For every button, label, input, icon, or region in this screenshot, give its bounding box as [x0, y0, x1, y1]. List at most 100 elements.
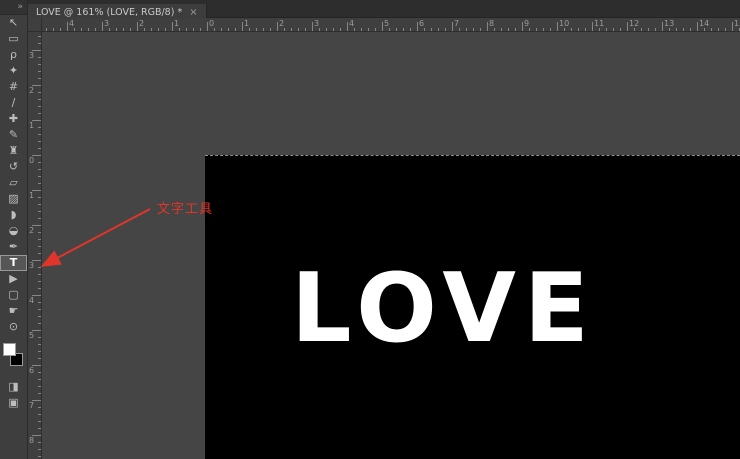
ruler-label: 3 — [104, 19, 109, 28]
tab-close-icon[interactable]: × — [189, 7, 197, 18]
ruler-tick — [522, 22, 523, 31]
ruler-label: 1 — [29, 191, 34, 200]
ruler-label: 3 — [29, 261, 34, 270]
ruler-label: 15 — [734, 19, 740, 28]
ruler-tick — [38, 36, 41, 37]
ruler-tick — [564, 28, 565, 31]
brush-tool[interactable]: ✎ — [0, 127, 27, 143]
ruler-label: 0 — [209, 19, 214, 28]
ruler-label: 14 — [699, 19, 709, 28]
ruler-tick — [38, 127, 41, 128]
ruler-tick — [410, 28, 411, 31]
ruler-tick — [38, 183, 41, 184]
tools-bottom-list: ◨▣ — [0, 379, 27, 411]
ruler-tick — [38, 71, 41, 72]
ruler-tick — [557, 22, 558, 31]
ruler-tick — [38, 78, 41, 79]
rectangle-tool[interactable]: ▢ — [0, 287, 27, 303]
tools-list: ↖▭ρ✦#∕✚✎♜↺▱▨◗◒✒T▶▢☛⊙ — [0, 15, 27, 335]
ruler-tick — [585, 28, 586, 31]
ruler-tick — [333, 28, 334, 31]
ruler-label: 2 — [29, 226, 34, 235]
ruler-tick — [88, 28, 89, 31]
ruler-tick — [242, 22, 243, 31]
screen-mode-button[interactable]: ▣ — [0, 395, 27, 411]
ruler-tick — [515, 28, 516, 31]
vertical-ruler[interactable]: 321012345678 — [28, 32, 42, 459]
ruler-tick — [130, 28, 131, 31]
ruler-tick — [543, 28, 544, 31]
ruler-tick — [137, 22, 138, 31]
ruler-label: 3 — [29, 51, 34, 60]
ruler-tick — [396, 28, 397, 31]
ruler-corner[interactable] — [28, 18, 42, 32]
ruler-tick — [38, 421, 41, 422]
ruler-tick — [305, 28, 306, 31]
ruler-tick — [81, 28, 82, 31]
ruler-tick — [277, 22, 278, 31]
lasso-tool[interactable]: ρ — [0, 47, 27, 63]
ruler-tick — [38, 162, 41, 163]
ruler-tick — [38, 288, 41, 289]
ruler-tick — [725, 28, 726, 31]
ruler-tick — [228, 28, 229, 31]
ruler-tick — [38, 456, 41, 457]
ruler-tick — [326, 28, 327, 31]
horizontal-type-tool[interactable]: T — [0, 255, 27, 271]
ruler-tick — [38, 113, 41, 114]
ruler-tick — [263, 28, 264, 31]
ruler-tick — [193, 28, 194, 31]
ruler-tick — [249, 28, 250, 31]
ruler-tick — [200, 28, 201, 31]
ruler-tick — [38, 134, 41, 135]
gradient-tool[interactable]: ▨ — [0, 191, 27, 207]
move-tool[interactable]: ↖ — [0, 15, 27, 31]
ruler-tick — [494, 28, 495, 31]
crop-tool[interactable]: # — [0, 79, 27, 95]
ruler-tick — [38, 169, 41, 170]
eyedropper-tool[interactable]: ∕ — [0, 95, 27, 111]
ruler-tick — [354, 28, 355, 31]
ruler-tick — [38, 239, 41, 240]
zoom-tool[interactable]: ⊙ — [0, 319, 27, 335]
foreground-color-swatch[interactable] — [3, 343, 16, 356]
ruler-tick — [38, 197, 41, 198]
eraser-tool[interactable]: ▱ — [0, 175, 27, 191]
spot-healing-brush-tool[interactable]: ✚ — [0, 111, 27, 127]
pen-tool[interactable]: ✒ — [0, 239, 27, 255]
ruler-tick — [38, 309, 41, 310]
ruler-label: 11 — [594, 19, 604, 28]
pasteboard[interactable]: LOVE — [42, 32, 740, 459]
ruler-tick — [298, 28, 299, 31]
ruler-tick — [95, 28, 96, 31]
ruler-tick — [445, 28, 446, 31]
ruler-tick — [172, 22, 173, 31]
ruler-tick — [179, 28, 180, 31]
ruler-tick — [669, 28, 670, 31]
horizontal-ruler[interactable]: 43210123456789101112131415 — [42, 18, 740, 32]
ruler-tick — [361, 28, 362, 31]
document-canvas[interactable]: LOVE — [205, 155, 740, 459]
rectangular-marquee-tool[interactable]: ▭ — [0, 31, 27, 47]
ruler-tick — [340, 28, 341, 31]
quick-mask-button[interactable]: ◨ — [0, 379, 27, 395]
ruler-tick — [116, 28, 117, 31]
ruler-tick — [165, 28, 166, 31]
clone-stamp-tool[interactable]: ♜ — [0, 143, 27, 159]
history-brush-tool[interactable]: ↺ — [0, 159, 27, 175]
ruler-tick — [38, 449, 41, 450]
dodge-tool[interactable]: ◒ — [0, 223, 27, 239]
blur-tool[interactable]: ◗ — [0, 207, 27, 223]
ruler-tick — [158, 28, 159, 31]
quick-selection-tool[interactable]: ✦ — [0, 63, 27, 79]
ruler-tick — [599, 28, 600, 31]
ruler-tick — [38, 267, 41, 268]
ruler-tick — [102, 22, 103, 31]
path-selection-tool[interactable]: ▶ — [0, 271, 27, 287]
tools-panel-collapse-button[interactable]: » — [0, 0, 27, 15]
ruler-label: 12 — [629, 19, 639, 28]
ruler-label: 7 — [454, 19, 459, 28]
ruler-tick — [389, 28, 390, 31]
ruler-tick — [38, 281, 41, 282]
hand-tool[interactable]: ☛ — [0, 303, 27, 319]
